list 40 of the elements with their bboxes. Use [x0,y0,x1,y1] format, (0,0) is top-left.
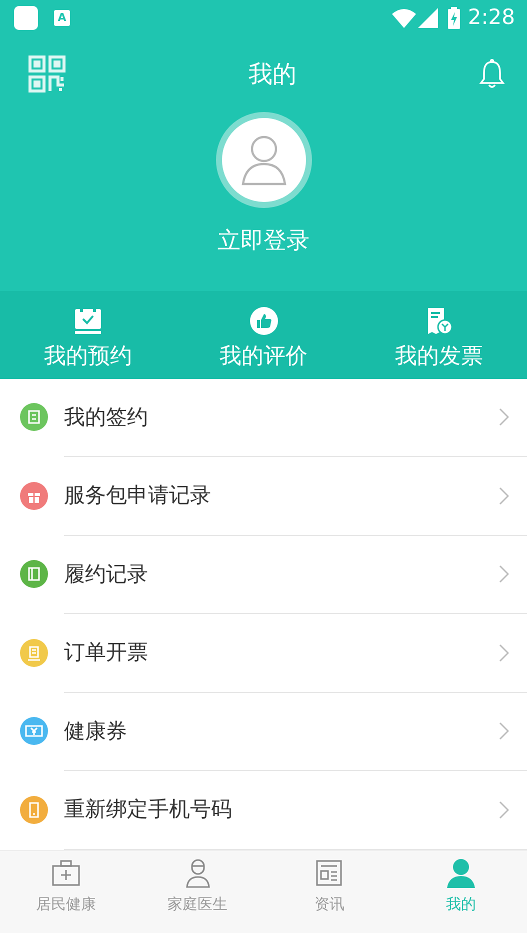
doctor-icon [184,856,211,888]
signal-icon [418,8,438,28]
thumbs-up-icon [250,306,278,334]
tab[interactable]: 家庭医生 [132,850,264,932]
person-icon [447,856,476,888]
menu-label: 重新绑定手机号码 [64,796,233,823]
notification-icon: A [54,10,70,26]
menu-label: 服务包申请记录 [64,482,212,509]
menu-label: 我的签约 [64,404,149,430]
quick-action-button[interactable]: 我的发票 [351,306,527,370]
menu-item[interactable]: 健康券 [0,692,527,770]
quick-action-button[interactable]: 我的预约 [0,306,176,370]
wifi-icon [392,8,416,28]
menu-label: 履约记录 [64,560,149,588]
tab[interactable]: 居民健康 [0,850,132,932]
chevron-right-icon [499,486,509,505]
tab[interactable]: 我的 [395,850,527,932]
chevron-right-icon [499,408,509,426]
qr-code-button[interactable] [28,55,66,93]
menu-item[interactable]: 我的签约 [0,378,527,456]
page-title: 我的 [248,59,296,90]
app-icon [14,6,38,30]
calendar-check-icon [74,306,102,334]
chevron-right-icon [499,644,509,662]
clock: 2:28 [468,4,515,32]
menu-item[interactable]: 服务包申请记录 [0,457,527,534]
notifications-button[interactable] [479,59,505,89]
chevron-right-icon [499,565,509,584]
login-link[interactable]: 立即登录 [218,224,310,290]
battery-icon [448,7,460,29]
menu-item[interactable]: 履约记录 [0,536,527,613]
chevron-right-icon [499,800,509,819]
receipt-icon [425,306,454,334]
chevron-right-icon [499,722,509,740]
menu-label: 健康券 [64,718,128,744]
menu-item[interactable]: 订单开票 [0,614,527,692]
menu-label: 订单开票 [64,639,149,666]
quick-action-button[interactable]: 我的评价 [176,306,352,370]
menu-item[interactable]: 重新绑定手机号码 [0,771,527,848]
tab[interactable]: 资讯 [264,850,396,932]
